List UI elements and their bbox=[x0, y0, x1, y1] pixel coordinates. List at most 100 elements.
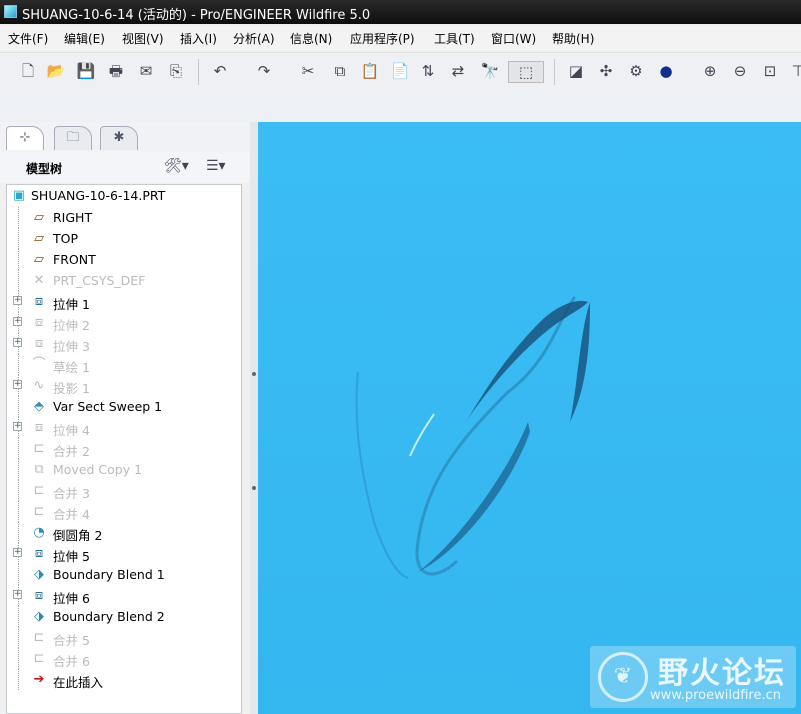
watermark-url: www.proewildfire.cn bbox=[650, 688, 781, 703]
datum-plane-icon: ▱ bbox=[34, 252, 44, 267]
new-file-icon[interactable]: 🗋 bbox=[18, 61, 38, 81]
tree-item[interactable]: + ⧈ 拉伸 4 bbox=[7, 417, 241, 438]
tree-item-label: 拉伸 3 bbox=[53, 339, 90, 354]
tree-item[interactable]: ▱ RIGHT bbox=[7, 207, 241, 228]
show-menu-icon[interactable]: ☰▾ bbox=[206, 158, 226, 174]
tree-item[interactable]: ⬘ Var Sect Sweep 1 bbox=[7, 396, 241, 417]
tree-item[interactable]: ⊏ 合并 2 bbox=[7, 438, 241, 459]
tab-favorites[interactable]: ✱ bbox=[100, 126, 138, 150]
tree-item[interactable]: + ∿ 投影 1 bbox=[7, 375, 241, 396]
main-toolbar: 🗋 📂 💾 🖶 ✉ ⎘ ↶ ↷ ✂ ⧉ 📋 📄 ⇅ ⇄ 🔭 ⬚ ◪ ✣ ⚙ ● … bbox=[0, 52, 801, 91]
send-mail-icon[interactable]: ✉ bbox=[136, 61, 156, 81]
menu-file[interactable]: 文件(F) bbox=[8, 30, 48, 47]
tree-item[interactable]: ➔ 在此插入 bbox=[7, 669, 241, 690]
tree-item[interactable]: + ⧈ 拉伸 3 bbox=[7, 333, 241, 354]
menu-view[interactable]: 视图(V) bbox=[122, 30, 164, 47]
sweep-icon: ⬘ bbox=[34, 399, 44, 414]
tree-item[interactable]: ✕ PRT_CSYS_DEF bbox=[7, 270, 241, 291]
tree-item-label: 合并 5 bbox=[53, 633, 90, 648]
regenerate-icon[interactable]: ⇅ bbox=[418, 61, 438, 81]
tab-model-tree[interactable]: ⊹ bbox=[6, 126, 44, 150]
tree-item[interactable]: ⊏ 合并 4 bbox=[7, 501, 241, 522]
tree-item[interactable]: ⌒ 草绘 1 bbox=[7, 354, 241, 375]
expand-icon[interactable]: + bbox=[13, 590, 22, 599]
menu-window[interactable]: 窗口(W) bbox=[491, 30, 536, 47]
open-folder-icon[interactable]: 📂 bbox=[46, 61, 66, 81]
find-icon[interactable]: 🔭 bbox=[480, 61, 500, 81]
redo-icon[interactable]: ↷ bbox=[254, 61, 274, 81]
tree-item[interactable]: ◔ 倒圆角 2 bbox=[7, 522, 241, 543]
zoom-out-icon[interactable]: ⊖ bbox=[730, 61, 750, 81]
tree-connector bbox=[18, 606, 20, 627]
toolbar-band bbox=[0, 90, 801, 122]
tree-item-label: Var Sect Sweep 1 bbox=[53, 399, 163, 414]
tree-item[interactable]: + ⧈ 拉伸 2 bbox=[7, 312, 241, 333]
regen-manager-icon[interactable]: ⇄ bbox=[448, 61, 468, 81]
expand-icon[interactable]: + bbox=[13, 380, 22, 389]
menu-edit[interactable]: 编辑(E) bbox=[64, 30, 105, 47]
mail-attach-icon[interactable]: ⎘ bbox=[166, 61, 186, 81]
tree-item-label: 拉伸 6 bbox=[53, 591, 90, 606]
appearance-sphere-icon[interactable]: ● bbox=[656, 61, 676, 81]
select-box-icon[interactable]: ⬚ bbox=[508, 61, 544, 83]
paste-icon[interactable]: 📋 bbox=[360, 61, 380, 81]
tree-item[interactable]: ⊏ 合并 5 bbox=[7, 627, 241, 648]
expand-icon[interactable]: + bbox=[13, 296, 22, 305]
menu-tools[interactable]: 工具(T) bbox=[434, 30, 475, 47]
tree-item[interactable]: ▱ TOP bbox=[7, 228, 241, 249]
view-manager-icon[interactable]: ⊤ bbox=[788, 61, 801, 81]
tree-item[interactable]: ⊏ 合并 3 bbox=[7, 480, 241, 501]
extrude-icon: ⧈ bbox=[34, 420, 44, 435]
print-icon[interactable]: 🖶 bbox=[106, 61, 126, 81]
cut-icon[interactable]: ✂ bbox=[298, 61, 318, 81]
tree-connector bbox=[18, 648, 20, 669]
tree-item-label: 草绘 1 bbox=[53, 360, 90, 375]
csys-icon: ✕ bbox=[33, 273, 45, 288]
tree-item[interactable]: ▱ FRONT bbox=[7, 249, 241, 270]
extrude-icon: ⧈ bbox=[34, 294, 44, 309]
repaint-icon[interactable]: ◪ bbox=[566, 61, 586, 81]
tree-item-label: 投影 1 bbox=[53, 381, 90, 396]
folder-icon: 🗀 bbox=[66, 130, 80, 145]
undo-icon[interactable]: ↶ bbox=[210, 61, 230, 81]
expand-icon[interactable]: + bbox=[13, 548, 22, 557]
tree-item[interactable]: ⊏ 合并 6 bbox=[7, 648, 241, 669]
expand-icon[interactable]: + bbox=[13, 317, 22, 326]
tree-item-label: Boundary Blend 1 bbox=[53, 567, 165, 582]
spin-center-icon[interactable]: ✣ bbox=[596, 61, 616, 81]
tree-item-label: FRONT bbox=[53, 252, 96, 267]
orient-mode-icon[interactable]: ⚙ bbox=[626, 61, 646, 81]
tab-folder-browser[interactable]: 🗀 bbox=[54, 126, 92, 150]
expand-icon[interactable]: + bbox=[13, 338, 22, 347]
copy-icon[interactable]: ⧉ bbox=[330, 61, 350, 81]
menu-insert[interactable]: 插入(I) bbox=[180, 30, 217, 47]
tree-item[interactable]: + ⧈ 拉伸 1 bbox=[7, 291, 241, 312]
refit-icon[interactable]: ⊡ bbox=[760, 61, 780, 81]
panel-splitter[interactable] bbox=[250, 122, 258, 714]
menu-help[interactable]: 帮助(H) bbox=[552, 30, 594, 47]
merge-icon: ⊏ bbox=[33, 651, 45, 666]
settings-tools-icon[interactable]: 🛠▾ bbox=[164, 158, 189, 174]
graphics-window[interactable] bbox=[258, 122, 801, 714]
menu-applications[interactable]: 应用程序(P) bbox=[350, 30, 415, 47]
extrude-icon: ⧈ bbox=[34, 588, 44, 603]
projection-icon: ∿ bbox=[33, 378, 45, 393]
save-icon[interactable]: 💾 bbox=[76, 61, 96, 81]
tree-item[interactable]: ⧉ Moved Copy 1 bbox=[7, 459, 241, 480]
model-tree-header: 模型树 🛠▾ ☰▾ bbox=[0, 152, 250, 182]
toolbar-separator bbox=[554, 59, 555, 85]
expand-icon[interactable]: + bbox=[13, 422, 22, 431]
model-tree: ▣ SHUANG-10-6-14.PRT ▱ RIGHT ▱ TOP ▱ FRONT ✕ PR… bbox=[6, 184, 242, 714]
tree-root[interactable]: ▣ SHUANG-10-6-14.PRT bbox=[7, 185, 241, 206]
tree-item[interactable]: + ⧈ 拉伸 6 bbox=[7, 585, 241, 606]
tree-item[interactable]: + ⧈ 拉伸 5 bbox=[7, 543, 241, 564]
menu-analysis[interactable]: 分析(A) bbox=[233, 30, 275, 47]
tree-connector bbox=[18, 354, 20, 375]
menu-info[interactable]: 信息(N) bbox=[290, 30, 332, 47]
tree-item-label: 拉伸 1 bbox=[53, 297, 90, 312]
paste-special-icon[interactable]: 📄 bbox=[390, 61, 410, 81]
tree-item[interactable]: ⬗ Boundary Blend 2 bbox=[7, 606, 241, 627]
tree-item[interactable]: ⬗ Boundary Blend 1 bbox=[7, 564, 241, 585]
zoom-in-icon[interactable]: ⊕ bbox=[700, 61, 720, 81]
sketch-icon: ⌒ bbox=[32, 357, 46, 372]
